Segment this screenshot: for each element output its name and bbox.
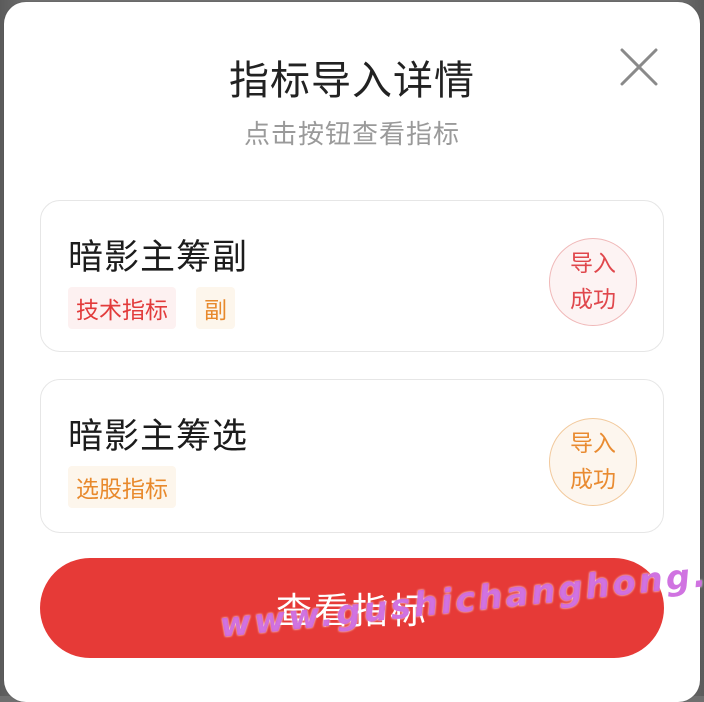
close-icon — [620, 48, 658, 86]
tag-category: 选股指标 — [68, 466, 176, 508]
indicator-tags: 选股指标 — [68, 466, 176, 508]
status-line: 导入 — [570, 431, 616, 457]
indicator-tags: 技术指标 副 — [68, 287, 235, 329]
dialog-title: 指标导入详情 — [229, 58, 475, 104]
status-line: 导入 — [570, 251, 616, 277]
indicator-name: 暗影主筹副 — [68, 238, 249, 278]
import-status-badge: 导入 成功 — [549, 238, 637, 326]
indicator-name: 暗影主筹选 — [68, 417, 249, 457]
close-button[interactable] — [616, 44, 662, 90]
status-line: 成功 — [570, 467, 616, 493]
tag-type: 副 — [196, 287, 235, 329]
import-status-badge: 导入 成功 — [549, 418, 637, 506]
indicator-card: 暗影主筹副 技术指标 副 导入 成功 — [40, 200, 664, 352]
dialog-subtitle: 点击按钮查看指标 — [243, 120, 460, 150]
tag-category: 技术指标 — [68, 287, 176, 329]
indicator-card: 暗影主筹选 选股指标 导入 成功 — [40, 379, 664, 533]
status-line: 成功 — [570, 287, 616, 313]
